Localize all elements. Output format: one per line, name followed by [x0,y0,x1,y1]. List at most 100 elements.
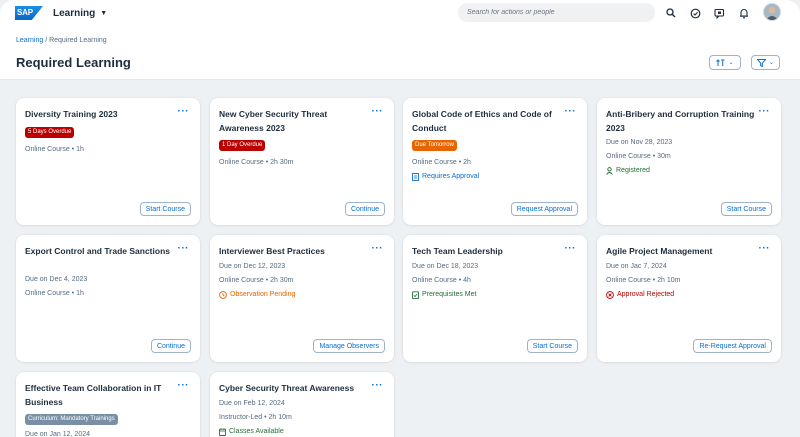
more-options-icon[interactable]: ··· [372,381,384,391]
sort-button[interactable]: ⌄ [709,55,741,70]
card-body: 1 Day Overdue Online Course • 2h 30m [219,139,389,170]
logo-text: SAP [17,8,33,17]
continue-button[interactable]: Continue [150,339,191,353]
due-date: Due on Dec 18, 2023 [412,263,479,270]
shell-bar: SAP Learning ▼ [0,0,800,28]
status-registered: Registered [606,164,776,178]
app-title: Learning [53,8,96,19]
overdue-badge: 5 Days Overdue [25,127,75,138]
sap-logo[interactable]: SAP [15,6,43,20]
search-field[interactable] [458,3,655,22]
status-prerequisites-met: Prerequisites Met [412,288,582,302]
card-title[interactable]: New Cyber Security Threat Awareness 2023 [219,107,369,135]
caret-down-icon: ▼ [100,10,108,17]
filter-icon [756,58,766,67]
request-approval-button[interactable]: Request Approval [510,202,578,216]
document-icon [412,173,419,181]
due-date: Due on Dec 12, 2023 [219,263,286,270]
more-options-icon[interactable]: ··· [759,107,771,117]
course-card[interactable]: Effective Team Collaboration in IT Busin… [16,372,200,437]
page-header: Learning / Required Learning Required Le… [0,28,800,80]
card-body: Due on Dec 4, 2023 Online Course • 1h [25,273,195,301]
search-icon[interactable] [664,6,678,20]
user-avatar[interactable] [763,3,781,21]
due-date: Due on Jac 7, 2024 [606,263,667,270]
more-options-icon[interactable]: ··· [178,244,190,254]
start-course-button[interactable]: Start Course [139,202,191,216]
more-options-icon[interactable]: ··· [565,244,577,254]
card-title[interactable]: Cyber Security Threat Awareness [219,381,369,395]
card-body: Due on Feb 12, 2024 Instructor-Led • 2h … [219,397,389,437]
due-date: Due on Jan 12, 2024 [25,431,90,437]
course-type: Online Course • 30m [606,153,671,160]
card-title[interactable]: Effective Team Collaboration in IT Busin… [25,381,175,409]
status-approval-rejected: Approval Rejected [606,288,776,302]
card-title[interactable]: Export Control and Trade Sanctions [25,244,175,258]
continue-button[interactable]: Continue [344,202,385,216]
more-options-icon[interactable]: ··· [372,244,384,254]
status-observation-pending: Observation Pending [219,288,389,302]
filter-button[interactable]: ⌄ [751,55,780,70]
status-text: Prerequisites Met [422,291,477,298]
due-date: Due on Dec 4, 2023 [25,276,88,283]
messages-icon[interactable] [712,6,726,20]
course-type: Instructor-Led • 2h 10m [219,414,292,421]
card-body: Due on Nov 28, 2023 Online Course • 30m … [606,136,776,178]
card-body: Due on Dec 18, 2023 Online Course • 4h P… [412,260,582,302]
bell-icon[interactable] [737,6,751,20]
manage-observers-button[interactable]: Manage Observers [313,339,385,353]
more-options-icon[interactable]: ··· [565,107,577,117]
re-request-approval-button[interactable]: Re-Request Approval [693,339,772,353]
course-type: Online Course • 4h [412,277,471,284]
more-options-icon[interactable]: ··· [178,381,190,391]
course-card[interactable]: Cyber Security Threat Awareness ··· Due … [210,372,394,437]
breadcrumb-current: Required Learning [49,37,107,44]
status-classes-available: Classes Available [219,425,389,437]
breadcrumb-link-learning[interactable]: Learning [16,37,43,44]
status-text: Registered [616,167,650,174]
card-body: Due on Dec 12, 2023 Online Course • 2h 3… [219,260,389,302]
course-card[interactable]: Anti-Bribery and Corruption Training 202… [597,98,781,225]
card-body: Due on Jac 7, 2024 Online Course • 2h 10… [606,260,776,302]
status-text: Approval Rejected [617,291,675,298]
app-title-menu[interactable]: Learning ▼ [53,8,107,19]
status-text: Requires Approval [422,173,480,180]
course-type: Online Course • 2h [412,159,471,166]
more-options-icon[interactable]: ··· [178,107,190,117]
card-body: Curriculum: Mandatory Trainings Due on J… [25,413,195,437]
chevron-down-icon: ⌄ [768,60,775,66]
error-icon [606,291,614,299]
card-title[interactable]: Anti-Bribery and Corruption Training 202… [606,107,756,135]
more-options-icon[interactable]: ··· [759,244,771,254]
target-icon[interactable] [688,6,702,20]
card-title[interactable]: Interviewer Best Practices [219,244,369,258]
status-text: Classes Available [229,428,284,435]
course-card[interactable]: Agile Project Management ··· Due on Jac … [597,235,781,362]
checklist-icon [412,291,419,299]
course-type: Online Course • 2h 30m [219,159,294,166]
course-card[interactable]: Global Code of Ethics and Code of Conduc… [403,98,587,225]
app-window: SAP Learning ▼ Learning / Required Learn… [0,0,800,437]
curriculum-badge: Curriculum: Mandatory Trainings [25,414,118,425]
course-card[interactable]: Interviewer Best Practices ··· Due on De… [210,235,394,362]
card-body: 5 Days Overdue Online Course • 1h [25,126,195,157]
card-title[interactable]: Global Code of Ethics and Code of Conduc… [412,107,562,135]
course-card[interactable]: Export Control and Trade Sanctions ··· D… [16,235,200,362]
due-tomorrow-badge: Due Tomorrow [412,140,457,151]
clock-icon [219,291,227,299]
course-type: Online Course • 2h 30m [219,277,294,284]
card-title[interactable]: Tech Team Leadership [412,244,562,258]
card-title[interactable]: Diversity Training 2023 [25,107,175,121]
status-text: Observation Pending [230,291,296,298]
start-course-button[interactable]: Start Course [720,202,772,216]
start-course-button[interactable]: Start Course [526,339,578,353]
more-options-icon[interactable]: ··· [372,107,384,117]
due-date: Due on Nov 28, 2023 [606,139,673,146]
course-card[interactable]: Diversity Training 2023 ··· 5 Days Overd… [16,98,200,225]
page-title: Required Learning [16,55,131,70]
course-card[interactable]: Tech Team Leadership ··· Due on Dec 18, … [403,235,587,362]
course-card[interactable]: New Cyber Security Threat Awareness 2023… [210,98,394,225]
search-input[interactable] [467,9,655,16]
card-title[interactable]: Agile Project Management [606,244,756,258]
status-requires-approval: Requires Approval [412,170,582,184]
